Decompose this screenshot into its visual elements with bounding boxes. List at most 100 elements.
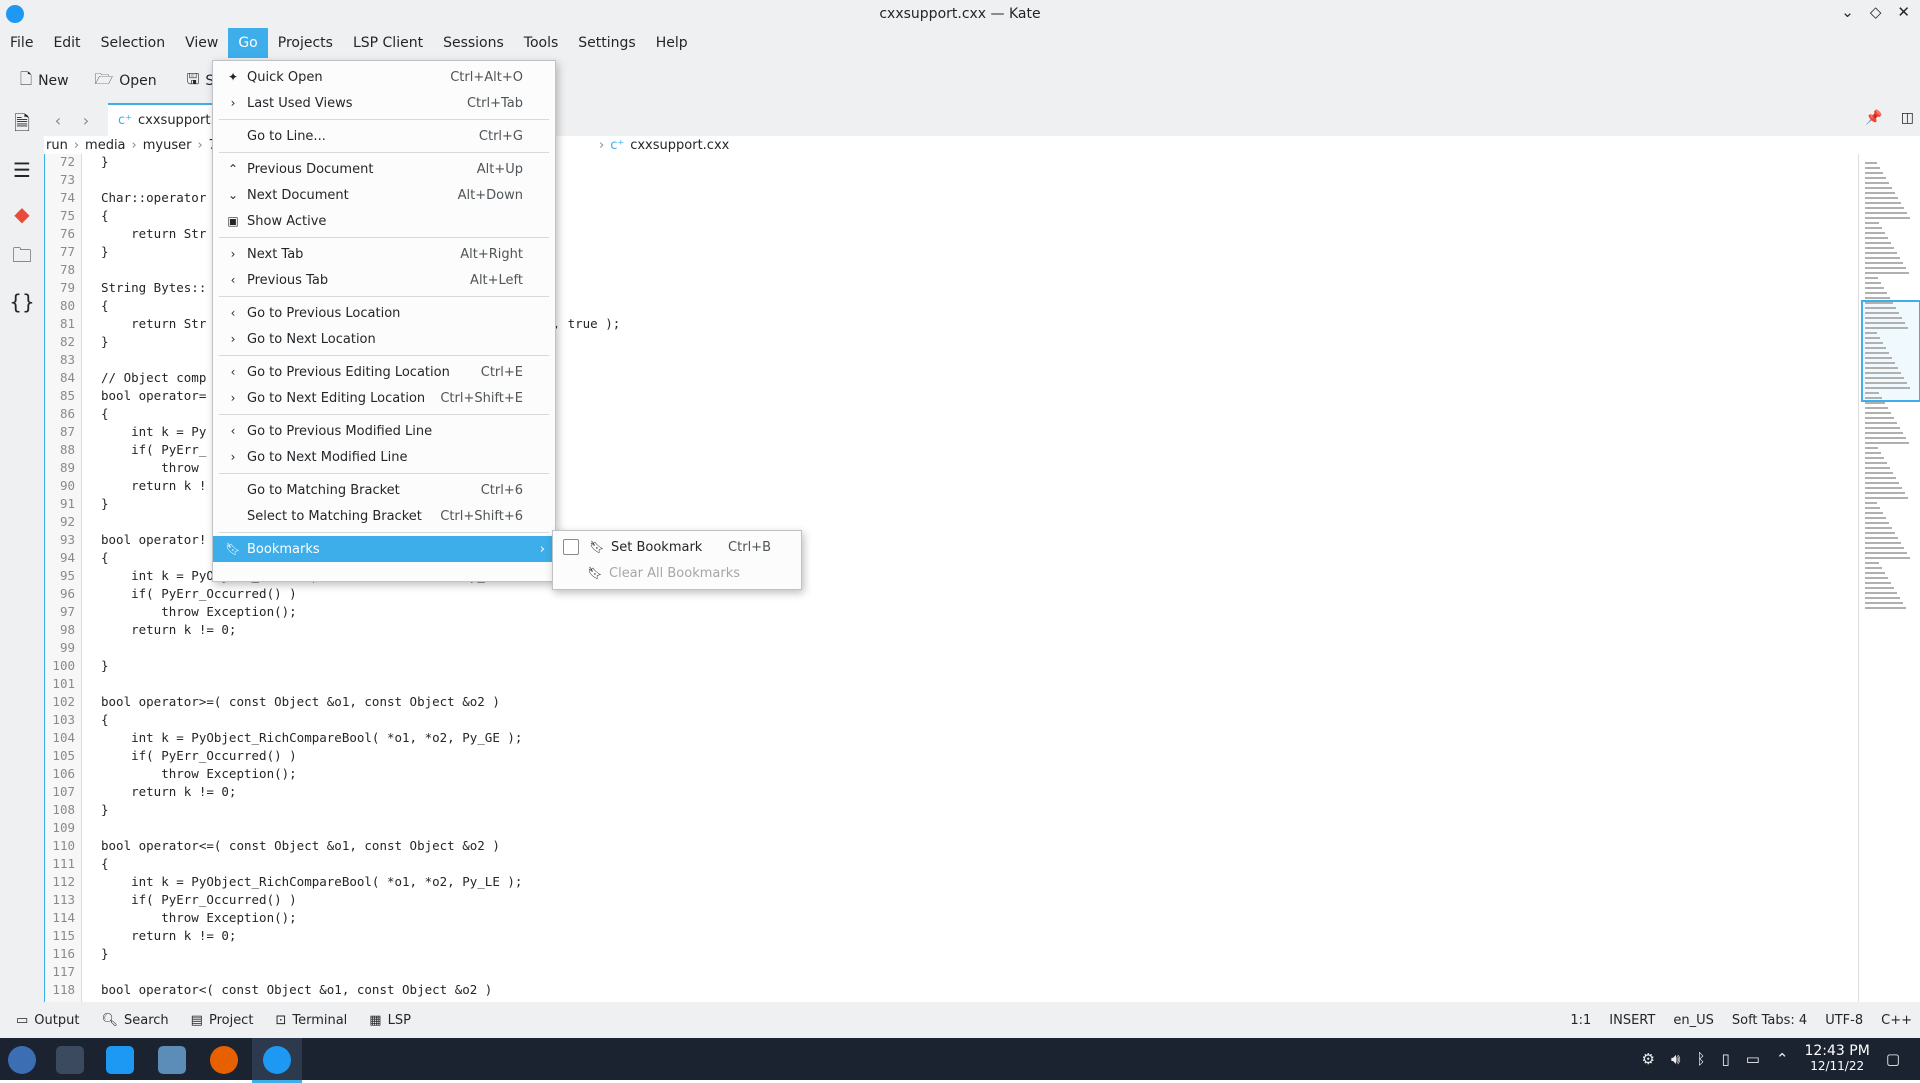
- menu-edit[interactable]: Edit: [43, 28, 90, 58]
- new-button[interactable]: 🗋 New: [14, 63, 75, 100]
- clock[interactable]: 12:43 PM 12/11/22: [1804, 1044, 1869, 1074]
- menu-go[interactable]: Go: [228, 28, 268, 58]
- go-menu-item-go-to-matching-bracket[interactable]: Go to Matching Bracket Ctrl+6: [213, 477, 555, 503]
- task-manager-icon[interactable]: [56, 1046, 84, 1074]
- code-line[interactable]: 113 if( PyErr_Occurred() ): [45, 892, 1859, 910]
- go-menu-item-bookmarks[interactable]: 🔖︎ Bookmarks ›: [213, 536, 555, 562]
- code-line[interactable]: 117: [45, 964, 1859, 982]
- menu-view[interactable]: View: [175, 28, 228, 58]
- code-line[interactable]: 96 if( PyErr_Occurred() ): [45, 586, 1859, 604]
- git-icon[interactable]: ◆: [0, 192, 44, 236]
- chevron-right-icon[interactable]: ›: [72, 111, 100, 130]
- minimap-line: [1865, 537, 1898, 539]
- minimize-icon[interactable]: ⌄: [1841, 3, 1854, 21]
- show-desktop-icon[interactable]: ▢: [1886, 1050, 1900, 1068]
- breadcrumb-file[interactable]: cxxsupport.cxx: [630, 138, 729, 153]
- chevron-left-icon[interactable]: ‹: [44, 111, 72, 130]
- go-menu-item-select-to-matching-bracket[interactable]: Select to Matching Bracket Ctrl+Shift+6: [213, 503, 555, 529]
- breadcrumb-media[interactable]: media: [85, 138, 126, 153]
- menu-settings[interactable]: Settings: [568, 28, 645, 58]
- terminal-toolview-button[interactable]: ⊡ Terminal: [269, 1013, 353, 1028]
- bluetooth-icon[interactable]: ᛒ: [1696, 1050, 1705, 1068]
- encoding[interactable]: UTF-8: [1825, 1013, 1863, 1028]
- display-icon[interactable]: ▭: [1746, 1050, 1760, 1068]
- dictionary-language[interactable]: en_US: [1673, 1013, 1714, 1028]
- code-line[interactable]: 108}: [45, 802, 1859, 820]
- go-menu-item-go-to-previous-modified-line[interactable]: ‹ Go to Previous Modified Line: [213, 418, 555, 444]
- clear-all-bookmarks-item[interactable]: 🔖︎ Clear All Bookmarks: [553, 560, 801, 586]
- go-menu-item-next-tab[interactable]: › Next Tab Alt+Right: [213, 241, 555, 267]
- menu-file[interactable]: File: [0, 28, 43, 58]
- code-line[interactable]: 98 return k != 0;: [45, 622, 1859, 640]
- code-line[interactable]: 97 throw Exception();: [45, 604, 1859, 622]
- menu-tools[interactable]: Tools: [514, 28, 569, 58]
- minimap[interactable]: [1858, 154, 1920, 1002]
- project-toolview-button[interactable]: ▤ Project: [185, 1013, 260, 1028]
- code-line[interactable]: 103 {: [45, 712, 1859, 730]
- code-line[interactable]: 107 return k != 0;: [45, 784, 1859, 802]
- go-menu-item-go-to-line[interactable]: Go to Line... Ctrl+G: [213, 123, 555, 149]
- set-bookmark-checkbox[interactable]: [563, 539, 579, 555]
- code-line[interactable]: 100}: [45, 658, 1859, 676]
- symbols-list-icon[interactable]: ☰: [0, 148, 44, 192]
- minimap-line: [1865, 277, 1878, 279]
- breadcrumb-myuser[interactable]: myuser: [143, 138, 192, 153]
- kate-taskbar-entry[interactable]: [252, 1038, 302, 1083]
- menu-projects[interactable]: Projects: [268, 28, 343, 58]
- firefox-icon[interactable]: [210, 1046, 238, 1074]
- go-menu-item-quick-open[interactable]: ✦ Quick Open Ctrl+Alt+O: [213, 64, 555, 90]
- code-line[interactable]: 110 bool operator<=( const Object &o1, co…: [45, 838, 1859, 856]
- go-menu-item-go-to-next-editing-location[interactable]: › Go to Next Editing Location Ctrl+Shift+E: [213, 385, 555, 411]
- go-menu-item-show-active[interactable]: ▣ Show Active: [213, 208, 555, 234]
- go-menu-item-previous-tab[interactable]: ‹ Previous Tab Alt+Left: [213, 267, 555, 293]
- code-braces-icon[interactable]: {}: [0, 280, 44, 324]
- code-line[interactable]: 115 return k != 0;: [45, 928, 1859, 946]
- input-mode[interactable]: INSERT: [1609, 1013, 1655, 1028]
- volume-icon[interactable]: 🔊︎: [1671, 1050, 1680, 1068]
- code-line[interactable]: 101: [45, 676, 1859, 694]
- go-menu-item-next-document[interactable]: ⌄ Next Document Alt+Down: [213, 182, 555, 208]
- code-line[interactable]: 104 int k = PyObject_RichCompareBool( *o…: [45, 730, 1859, 748]
- code-line[interactable]: 105 if( PyErr_Occurred() ): [45, 748, 1859, 766]
- code-line[interactable]: 102 bool operator>=( const Object &o1, co…: [45, 694, 1859, 712]
- syntax-mode[interactable]: C++: [1881, 1013, 1912, 1028]
- go-menu-item-go-to-previous-location[interactable]: ‹ Go to Previous Location: [213, 300, 555, 326]
- lsp-toolview-button[interactable]: ▦ LSP: [363, 1013, 417, 1028]
- pin-icon[interactable]: 📌: [1865, 110, 1882, 126]
- go-menu-item-last-used-views[interactable]: › Last Used Views Ctrl+Tab: [213, 90, 555, 116]
- set-bookmark-item[interactable]: 🔖︎ Set Bookmark Ctrl+B: [553, 534, 801, 560]
- code-line[interactable]: 118 bool operator<( const Object &o1, con…: [45, 982, 1859, 1000]
- go-menu-item-go-to-previous-editing-location[interactable]: ‹ Go to Previous Editing Location Ctrl+E: [213, 359, 555, 385]
- code-line[interactable]: 99: [45, 640, 1859, 658]
- cursor-position[interactable]: 1:1: [1570, 1013, 1591, 1028]
- go-menu-item-go-to-next-modified-line[interactable]: › Go to Next Modified Line: [213, 444, 555, 470]
- network-icon[interactable]: ⚙: [1642, 1050, 1655, 1068]
- menu-help[interactable]: Help: [646, 28, 698, 58]
- code-line[interactable]: 112 int k = PyObject_RichCompareBool( *o…: [45, 874, 1859, 892]
- dolphin-icon[interactable]: [158, 1046, 186, 1074]
- split-view-icon[interactable]: ◫: [1901, 110, 1914, 126]
- tray-expand-icon[interactable]: ⌃: [1776, 1050, 1789, 1068]
- battery-icon[interactable]: ▯: [1721, 1050, 1729, 1068]
- output-toolview-button[interactable]: ▭ Output: [10, 1013, 85, 1028]
- code-line[interactable]: 109: [45, 820, 1859, 838]
- go-menu-item-previous-document[interactable]: ⌃ Previous Document Alt+Up: [213, 156, 555, 182]
- breadcrumb-run[interactable]: run: [46, 138, 68, 153]
- menu-sessions[interactable]: Sessions: [433, 28, 514, 58]
- menu-selection[interactable]: Selection: [91, 28, 176, 58]
- file-browser-icon[interactable]: 🗀: [0, 236, 44, 280]
- open-button[interactable]: 🗁 Open: [89, 63, 163, 100]
- code-line[interactable]: 116}: [45, 946, 1859, 964]
- close-icon[interactable]: ✕: [1897, 3, 1910, 21]
- documents-icon[interactable]: 🗎: [0, 104, 44, 148]
- go-menu-item-go-to-next-location[interactable]: › Go to Next Location: [213, 326, 555, 352]
- maximize-icon[interactable]: ◇: [1870, 3, 1882, 21]
- search-toolview-button[interactable]: 🔍︎ Search: [95, 1013, 174, 1028]
- fedora-launcher-icon[interactable]: [8, 1046, 36, 1074]
- indentation-settings[interactable]: Soft Tabs: 4: [1732, 1013, 1807, 1028]
- menu-lsp-client[interactable]: LSP Client: [343, 28, 433, 58]
- code-line[interactable]: 111 {: [45, 856, 1859, 874]
- code-line[interactable]: 106 throw Exception();: [45, 766, 1859, 784]
- discover-icon[interactable]: [106, 1046, 134, 1074]
- code-line[interactable]: 114 throw Exception();: [45, 910, 1859, 928]
